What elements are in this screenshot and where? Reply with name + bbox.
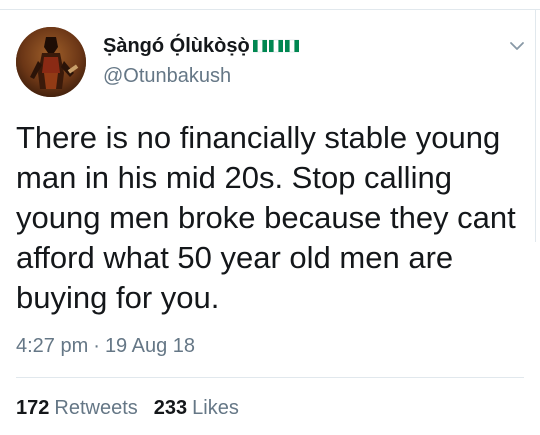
- nigeria-flag-icon: [268, 39, 283, 53]
- author-name-row[interactable]: Ṣàngó Ọ́lùkòṣọ̀: [103, 33, 299, 59]
- top-border: [0, 0, 540, 10]
- retweet-label: Retweets: [54, 397, 138, 419]
- tweet-text: There is no financially stable young man…: [16, 120, 516, 315]
- nigeria-flag-icon: [252, 39, 267, 53]
- timestamp-separator: ·: [93, 335, 100, 357]
- tweet-timestamp[interactable]: 4:27 pm · 19 Aug 18: [16, 335, 195, 358]
- likes-stat[interactable]: 233 Likes: [154, 397, 239, 420]
- tweet-date: 19 Aug 18: [104, 335, 196, 357]
- retweet-count: 172: [16, 397, 50, 419]
- nigeria-flag-icon: [284, 39, 299, 53]
- like-count: 233: [153, 397, 188, 419]
- tweet-time: 4:27 pm: [16, 335, 89, 357]
- flag-group: [251, 39, 299, 53]
- like-label: Likes: [192, 397, 239, 419]
- display-name[interactable]: Ṣàngó Ọ́lùkòṣọ̀: [103, 35, 250, 58]
- scroll-edge: [535, 10, 540, 242]
- engagement-stats: 172 Retweets 233 Likes: [16, 397, 255, 420]
- profile-photo: [16, 27, 86, 97]
- avatar[interactable]: [16, 27, 86, 97]
- retweets-stat[interactable]: 172 Retweets: [16, 397, 138, 420]
- chevron-down-icon[interactable]: [507, 36, 527, 56]
- divider: [16, 377, 524, 378]
- author-handle[interactable]: @Otunbakush: [103, 65, 231, 88]
